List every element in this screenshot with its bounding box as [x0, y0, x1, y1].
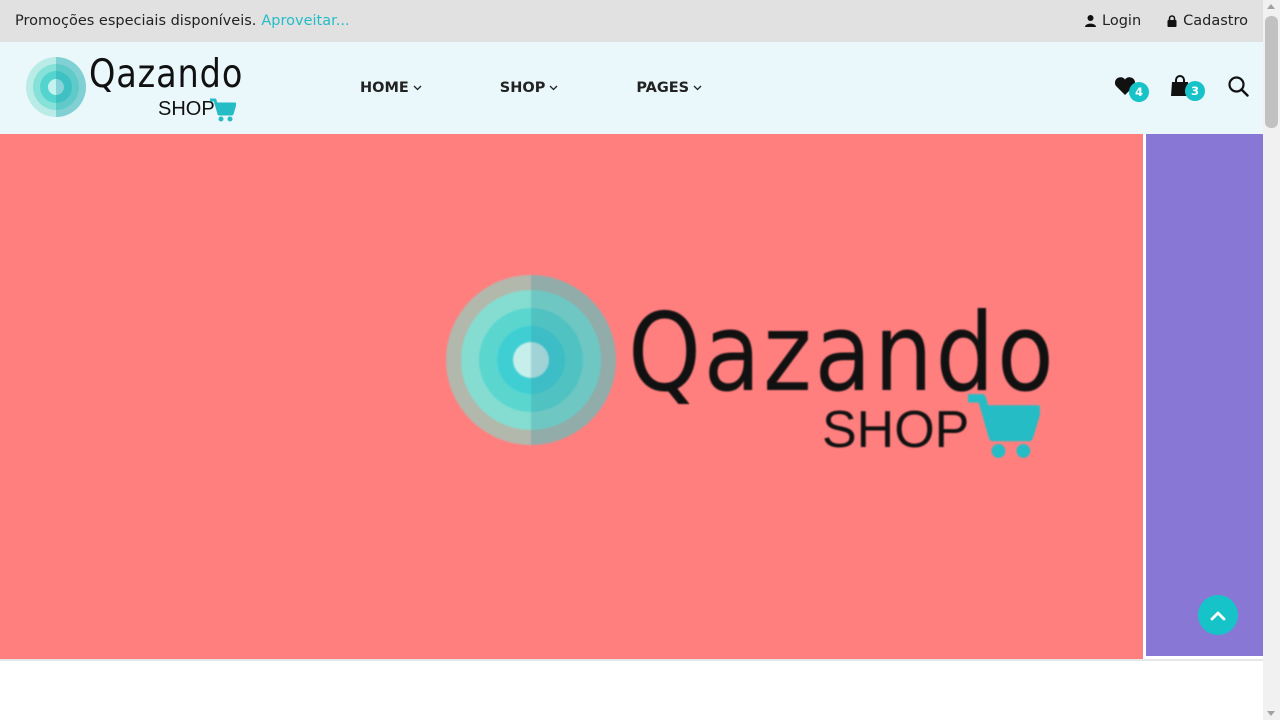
hero-logo: Qazando SHOP — [440, 275, 1060, 504]
nav-home[interactable]: HOME — [360, 80, 422, 96]
register-label: Cadastro — [1183, 13, 1248, 29]
scrollbar-thumb[interactable] — [1265, 16, 1278, 128]
promo-message: Promoções especiais disponíveis. Aproveit… — [15, 13, 350, 29]
page: Promoções especiais disponíveis. Aproveit… — [0, 0, 1263, 720]
register-link[interactable]: Cadastro — [1167, 13, 1248, 29]
promo-link[interactable]: Aproveitar... — [261, 13, 349, 29]
hero-logo-subtext: SHOP — [822, 401, 970, 459]
wishlist-button[interactable]: 4 — [1114, 76, 1149, 102]
hero-divider — [0, 659, 1263, 661]
nav-pages[interactable]: PAGES — [636, 80, 702, 96]
header-logo[interactable]: Qazando SHOP — [25, 52, 242, 124]
main-nav: HOME SHOP PAGES — [360, 42, 780, 134]
account-links: Login Cadastro — [1085, 13, 1248, 29]
logo-subtext: SHOP — [158, 98, 215, 120]
logo-wordmark: Qazando — [89, 52, 244, 97]
scroll-down-arrow[interactable] — [1267, 711, 1275, 716]
search-icon — [1228, 75, 1249, 101]
promo-text: Promoções especiais disponíveis. — [15, 13, 257, 29]
header-icons: 4 3 — [1088, 42, 1249, 134]
search-button[interactable] — [1228, 75, 1249, 101]
chevron-down-icon — [549, 85, 558, 91]
main-header: Qazando SHOP HOME SHOP PAGES 4 3 — [0, 42, 1263, 134]
arrow-up-icon — [1210, 606, 1226, 625]
nav-pages-label: PAGES — [636, 80, 690, 96]
nav-shop[interactable]: SHOP — [500, 80, 559, 96]
page-scrollbar[interactable] — [1263, 0, 1280, 720]
cart-icon — [210, 98, 236, 122]
login-label: Login — [1102, 13, 1142, 29]
lock-icon — [1167, 15, 1177, 27]
cart-button[interactable]: 3 — [1170, 75, 1205, 101]
hero-banner: Qazando SHOP — [0, 134, 1143, 659]
top-bar: Promoções especiais disponíveis. Aproveit… — [0, 0, 1263, 42]
chevron-down-icon — [413, 85, 422, 91]
user-icon — [1085, 15, 1097, 27]
logo-target-icon — [26, 57, 86, 117]
scroll-up-arrow[interactable] — [1267, 4, 1275, 9]
nav-shop-label: SHOP — [499, 80, 546, 96]
cart-count-badge: 3 — [1185, 81, 1205, 101]
chevron-down-icon — [693, 85, 702, 91]
wishlist-count-badge: 4 — [1129, 82, 1149, 102]
scroll-to-top-button[interactable] — [1198, 595, 1238, 635]
nav-home-label: HOME — [360, 80, 409, 96]
hero-cart-icon — [968, 394, 1040, 458]
hero-logo-target-icon — [446, 275, 616, 445]
hero-next-slide[interactable] — [1146, 134, 1263, 656]
login-link[interactable]: Login — [1085, 13, 1141, 29]
